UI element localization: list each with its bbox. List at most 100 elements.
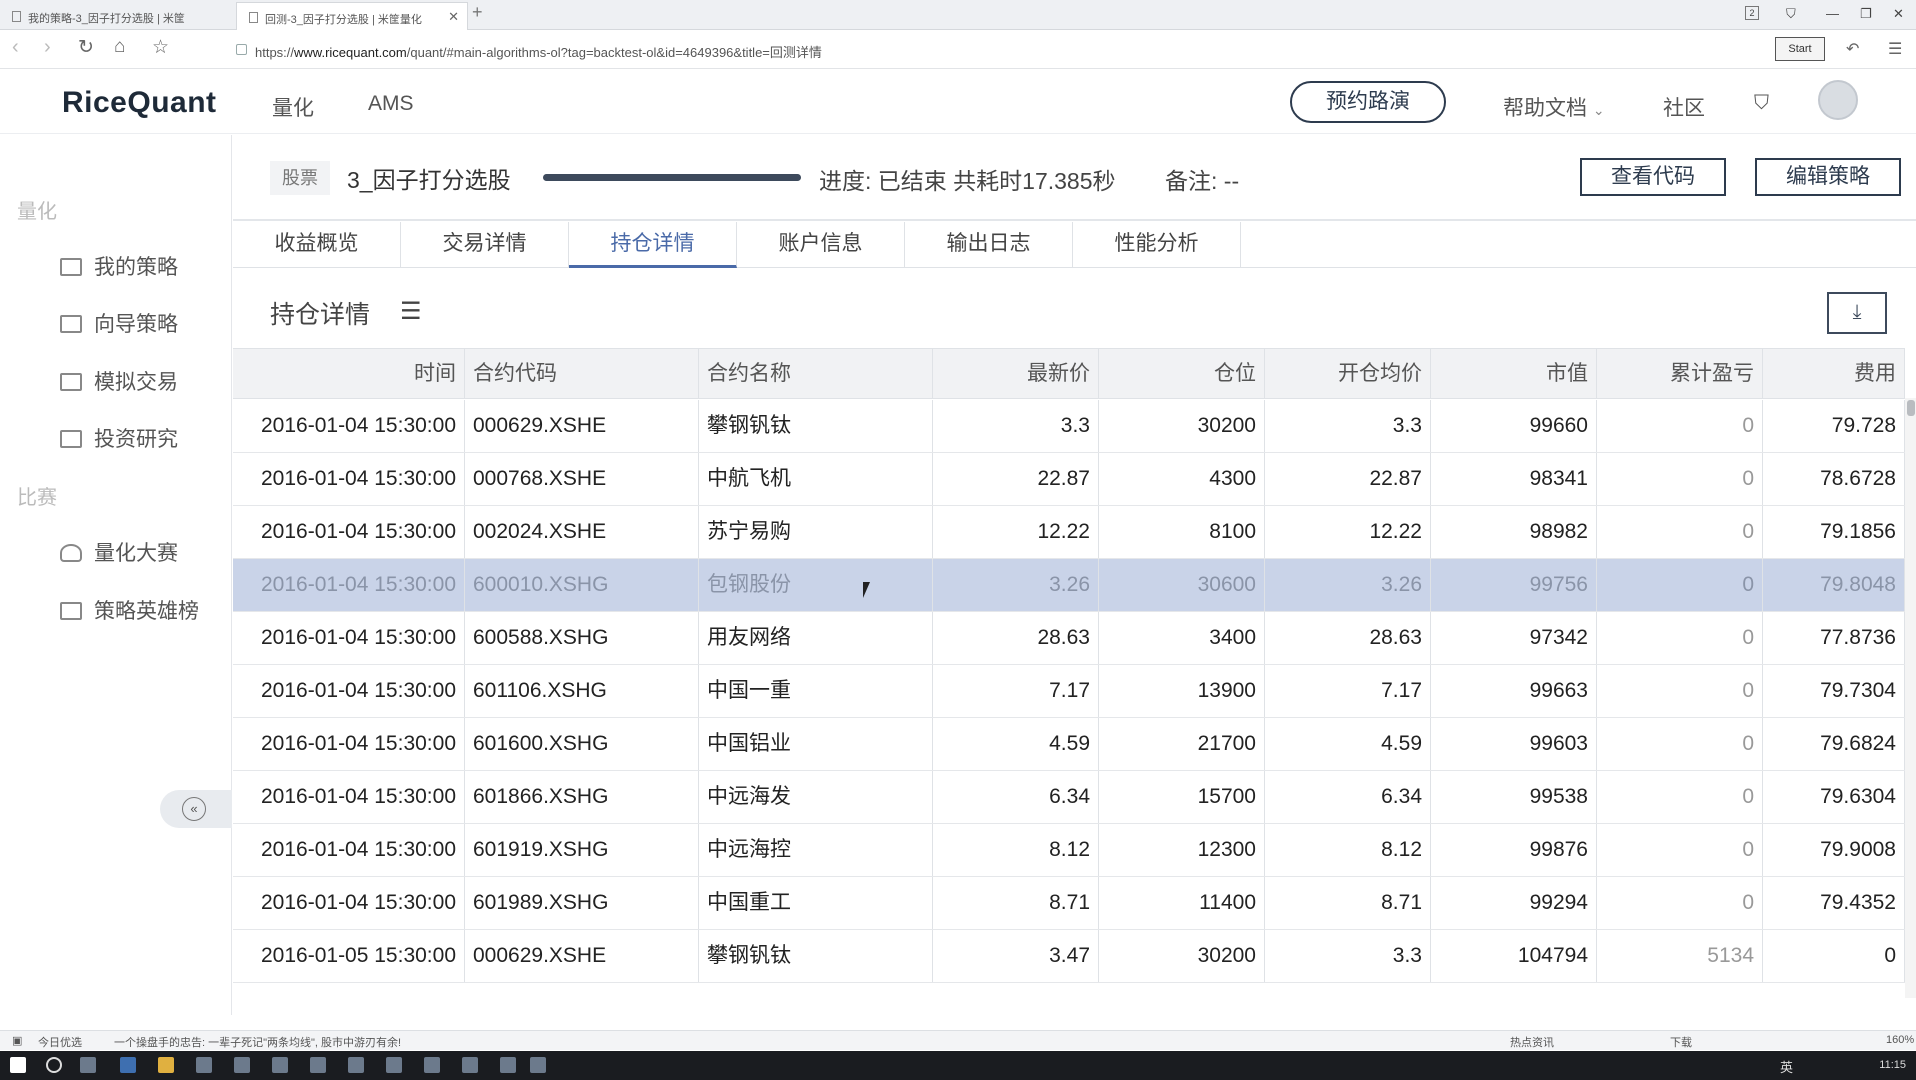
cell-time: 2016-01-04 15:30:00	[233, 559, 465, 611]
window-close-icon[interactable]: ✕	[1893, 6, 1904, 22]
nav-community[interactable]: 社区	[1663, 92, 1705, 122]
sidebar-item-my-strategies[interactable]: 我的策略	[60, 251, 178, 281]
cell-last-price: 8.71	[933, 877, 1099, 929]
sidebar-item-wizard[interactable]: 向导策略	[60, 308, 178, 338]
cell-time: 2016-01-04 15:30:00	[233, 506, 465, 558]
header-col-fee[interactable]: 费用	[1763, 349, 1905, 398]
sidebar-item-label: 我的策略	[94, 256, 178, 279]
tab-overview[interactable]: 收益概览	[233, 222, 401, 268]
search-icon[interactable]	[46, 1057, 62, 1073]
header-col-quantity[interactable]: 仓位	[1099, 349, 1265, 398]
table-row[interactable]: 2016-01-04 15:30:00 600010.XSHG 包钢股份 3.26 30…	[233, 559, 1905, 612]
table-row[interactable]: 2016-01-04 15:30:00 601919.XSHG 中远海控 8.12 12…	[233, 824, 1905, 877]
undo-icon[interactable]: ↶	[1846, 39, 1859, 59]
new-tab-button[interactable]: +	[472, 2, 483, 23]
table-row[interactable]: 2016-01-04 15:30:00 601106.XSHG 中国一重 7.17 13…	[233, 665, 1905, 718]
nav-ams[interactable]: AMS	[368, 92, 414, 116]
input-language[interactable]: 英	[1780, 1057, 1793, 1076]
header-col-market-value[interactable]: 市值	[1431, 349, 1597, 398]
logo[interactable]: RiceQuant	[62, 86, 217, 120]
cell-last-price: 12.22	[933, 506, 1099, 558]
sidebar-item-contest[interactable]: 量化大赛	[60, 537, 178, 567]
app-icon[interactable]	[386, 1057, 402, 1073]
browser-status-bar: ▣ 今日优选 一个操盘手的忠告: 一辈子死记"两条均线", 股市中游刃有余! 热…	[0, 1030, 1916, 1050]
header-col-avg-cost[interactable]: 开仓均价	[1265, 349, 1431, 398]
app-icon[interactable]	[500, 1057, 516, 1073]
book-demo-button[interactable]: 预约路演	[1290, 81, 1446, 123]
hot-news[interactable]: 热点资讯	[1510, 1034, 1554, 1050]
tab-positions[interactable]: 持仓详情	[569, 222, 737, 268]
tab-log[interactable]: 输出日志	[905, 222, 1073, 268]
windows-start-icon[interactable]	[10, 1057, 26, 1073]
edit-strategy-button[interactable]: 编辑策略	[1755, 158, 1901, 196]
scrollbar-thumb[interactable]	[1907, 400, 1915, 416]
table-row[interactable]: 2016-01-04 15:30:00 601866.XSHG 中远海发 6.34 15…	[233, 771, 1905, 824]
browser-app-icon[interactable]	[120, 1057, 136, 1073]
tab-account[interactable]: 账户信息	[737, 222, 905, 268]
header-col-time[interactable]: 时间	[233, 349, 465, 398]
cell-quantity: 30200	[1099, 930, 1265, 982]
header-col-last-price[interactable]: 最新价	[933, 349, 1099, 398]
menu-icon[interactable]: ☰	[1888, 39, 1902, 59]
start-button[interactable]: Start	[1775, 37, 1825, 61]
status-left[interactable]: 今日优选	[38, 1034, 82, 1050]
table-row[interactable]: 2016-01-04 15:30:00 002024.XSHE 苏宁易购 12.22 8…	[233, 506, 1905, 559]
cell-fee: 79.8048	[1763, 559, 1905, 611]
url-field[interactable]: https://www.ricequant.com/quant/#main-al…	[255, 42, 822, 61]
table-row[interactable]: 2016-01-04 15:30:00 000629.XSHE 攀钢钒钛 3.3 302…	[233, 400, 1905, 453]
tab-performance[interactable]: 性能分析	[1073, 222, 1241, 268]
cell-pnl: 0	[1597, 612, 1763, 664]
cell-name: 中远海发	[699, 771, 933, 823]
sidebar-item-paper-trading[interactable]: 模拟交易	[60, 366, 178, 396]
app-icon[interactable]	[234, 1057, 250, 1073]
maximize-icon[interactable]: ❐	[1860, 6, 1872, 22]
header-col-code[interactable]: 合约代码	[465, 349, 699, 398]
news-ticker[interactable]: 一个操盘手的忠告: 一辈子死记"两条均线", 股市中游刃有余!	[114, 1034, 401, 1050]
zoom-level[interactable]: 160%	[1886, 1034, 1914, 1046]
folder-app-icon[interactable]	[158, 1057, 174, 1073]
docs-menu[interactable]: 帮助文档 ⌄	[1503, 92, 1605, 122]
tab-count-badge[interactable]: 2	[1745, 6, 1759, 20]
app-icon[interactable]	[462, 1057, 478, 1073]
forward-icon[interactable]: ›	[44, 36, 51, 59]
header-col-name[interactable]: 合约名称	[699, 349, 933, 398]
header-col-pnl[interactable]: 累计盈亏	[1597, 349, 1763, 398]
home-icon[interactable]: ⌂	[114, 36, 125, 58]
table-row[interactable]: 2016-01-04 15:30:00 000768.XSHE 中航飞机 22.87 4…	[233, 453, 1905, 506]
table-row[interactable]: 2016-01-05 15:30:00 000629.XSHE 攀钢钒钛 3.47 30…	[233, 930, 1905, 983]
back-icon[interactable]: ‹	[12, 36, 19, 59]
browser-tab-active[interactable]: 回测-3_因子打分选股 | 米筐量化 ✕	[236, 2, 468, 30]
scrollbar[interactable]	[1905, 398, 1916, 998]
cell-quantity: 11400	[1099, 877, 1265, 929]
download-status[interactable]: 下载	[1670, 1034, 1692, 1050]
browser-tab[interactable]: 我的策略-3_因子打分选股 | 米筐	[0, 2, 232, 30]
shirt-icon[interactable]: ⛉	[1786, 6, 1796, 22]
star-icon[interactable]: ☆	[152, 36, 169, 59]
tab-trades[interactable]: 交易详情	[401, 222, 569, 268]
minimize-icon[interactable]: —	[1826, 6, 1839, 21]
table-row[interactable]: 2016-01-04 15:30:00 601989.XSHG 中国重工 8.71 11…	[233, 877, 1905, 930]
view-code-button[interactable]: 查看代码	[1580, 158, 1726, 196]
sidebar-item-leaderboard[interactable]: 策略英雄榜	[60, 595, 199, 625]
avatar[interactable]	[1818, 80, 1858, 120]
app-icon[interactable]	[272, 1057, 288, 1073]
reload-icon[interactable]: ↻	[78, 36, 94, 59]
app-icon[interactable]	[310, 1057, 326, 1073]
app-icon[interactable]	[424, 1057, 440, 1073]
download-button[interactable]: ⤓	[1827, 292, 1887, 334]
app-icon[interactable]	[530, 1057, 546, 1073]
clock[interactable]: 11:15	[1879, 1059, 1906, 1071]
app-icon[interactable]	[348, 1057, 364, 1073]
list-icon[interactable]: ☰	[400, 297, 422, 326]
cell-last-price: 8.12	[933, 824, 1099, 876]
table-row[interactable]: 2016-01-04 15:30:00 600588.XSHG 用友网络 28.63 3…	[233, 612, 1905, 665]
cell-quantity: 12300	[1099, 824, 1265, 876]
task-view-icon[interactable]	[80, 1057, 96, 1073]
app-icon[interactable]	[196, 1057, 212, 1073]
close-icon[interactable]: ✕	[448, 9, 459, 25]
table-row[interactable]: 2016-01-04 15:30:00 601600.XSHG 中国铝业 4.59 21…	[233, 718, 1905, 771]
nav-quant[interactable]: 量化	[272, 92, 314, 122]
collapse-sidebar-button[interactable]: «	[160, 790, 232, 828]
shirt-icon[interactable]: ⛉	[1754, 92, 1769, 115]
sidebar-item-research[interactable]: 投资研究	[60, 423, 178, 453]
